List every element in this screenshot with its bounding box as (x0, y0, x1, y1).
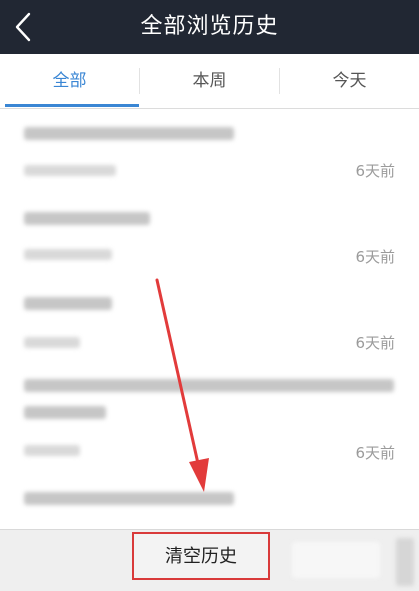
redacted-source (24, 337, 80, 348)
list-item[interactable]: 6天前 (0, 361, 419, 474)
item-time: 6天前 (355, 248, 395, 266)
list-item[interactable]: 6天前 (0, 276, 419, 362)
item-time: 6天前 (355, 162, 395, 180)
redacted-source (24, 249, 112, 260)
list-item[interactable] (0, 473, 419, 529)
tab-all[interactable]: 全部 (0, 54, 139, 108)
faded-overlay (396, 538, 414, 586)
tab-this-week[interactable]: 本周 (140, 54, 279, 108)
redacted-title (24, 212, 150, 225)
redacted-title-line2 (24, 406, 106, 419)
tab-today[interactable]: 今天 (280, 54, 419, 108)
redacted-title (24, 297, 112, 310)
page-title: 全部浏览历史 (140, 14, 279, 39)
redacted-title (24, 379, 394, 392)
faded-overlay (292, 542, 380, 578)
history-list: 6天前 6天前 6天前 6天前 (0, 109, 419, 529)
top-nav-bar: 全部浏览历史 (0, 0, 419, 54)
active-tab-indicator (5, 104, 139, 107)
redacted-title (24, 492, 234, 505)
tab-bar: 全部 本周 今天 (0, 54, 419, 109)
redacted-title (24, 127, 234, 140)
redacted-source (24, 445, 80, 456)
list-item[interactable]: 6天前 (0, 191, 419, 277)
list-item[interactable]: 6天前 (0, 109, 419, 192)
clear-history-button[interactable]: 清空历史 (132, 532, 270, 580)
redacted-source (24, 165, 116, 176)
item-time: 6天前 (355, 334, 395, 352)
item-time: 6天前 (355, 444, 395, 462)
